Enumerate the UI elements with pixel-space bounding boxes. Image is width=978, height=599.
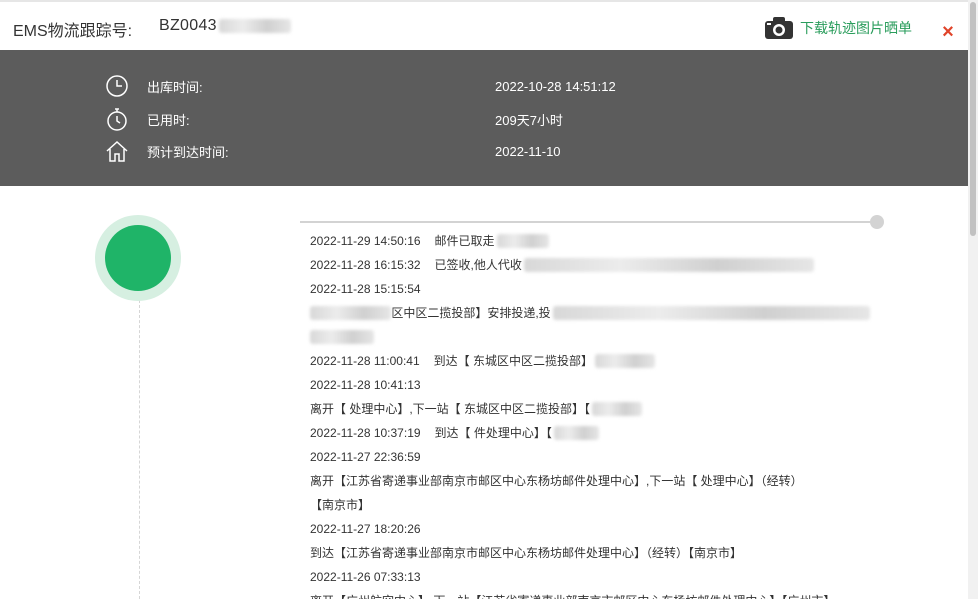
redacted-text — [310, 330, 374, 344]
redacted-text — [592, 402, 643, 416]
tracking-event-row: 2022-11-27 18:20:26 — [310, 517, 870, 541]
tracking-event-row: 2022-11-29 14:50:16 邮件已取走 — [310, 229, 870, 253]
tracking-event-row: 2022-11-28 10:37:19 到达【 件处理中心】【 — [310, 421, 870, 445]
redacted-text — [496, 234, 549, 248]
redacted-text — [553, 426, 599, 440]
tracking-event-row: 2022-11-28 11:00:41 到达【 东城区中区二揽投部】 — [310, 349, 870, 373]
event-description: 离开【江苏省寄递事业部南京市邮区中心东杨坊邮件处理中心】,下一站【 处理中心】（… — [310, 474, 803, 488]
event-time: 2022-11-28 16:15:32 — [310, 258, 421, 272]
timeline-connector — [139, 300, 140, 599]
event-time: 2022-11-27 18:20:26 — [310, 522, 421, 536]
event-description: 离开【 处理中心】,下一站【 东城区中区二揽投部】【 — [310, 402, 591, 416]
event-time: 2022-11-28 11:00:41 — [310, 354, 420, 368]
tracking-event-list: 2022-11-29 14:50:16 邮件已取走 2022-11-28 16:15… — [310, 229, 870, 599]
tracking-event-row: 2022-11-27 22:36:59 — [310, 445, 870, 469]
tracking-event-row: 【南京市】 — [310, 493, 870, 517]
track-divider-endpoint — [870, 215, 884, 229]
event-description: 到达【江苏省寄递事业部南京市邮区中心东杨坊邮件处理中心】（经转）【南京市】 — [310, 546, 743, 560]
redacted-text — [310, 306, 392, 320]
stopwatch-icon — [107, 108, 127, 131]
tracking-prefix: BZ0043 — [159, 17, 217, 34]
event-description: 区中区二揽投部】安排投递,投 — [391, 306, 551, 320]
ship-time-label: 出库时间: — [147, 79, 203, 95]
tracking-event-row: 离开【广州航空中心】,下一站【江苏省寄递事业部南京市邮区中心东杨坊邮件处理中心】… — [310, 589, 870, 599]
info-row-ship-time: 出库时间: 2022-10-28 14:51:12 — [105, 74, 745, 98]
redacted-text — [595, 354, 655, 368]
close-icon[interactable]: × — [939, 22, 957, 42]
tracking-event-row — [310, 325, 870, 349]
home-icon — [106, 140, 128, 162]
tracking-event-row: 离开【 处理中心】,下一站【 东城区中区二揽投部】【 — [310, 397, 870, 421]
tracking-number: BZ0043 — [159, 17, 291, 35]
redacted-text — [552, 306, 870, 320]
event-description: 已签收,他人代收 — [434, 258, 522, 272]
event-time: 2022-11-28 10:37:19 — [310, 426, 421, 440]
event-description: 到达【 东城区中区二揽投部】 — [433, 354, 593, 368]
tracking-event-row: 2022-11-28 16:15:32 已签收,他人代收 — [310, 253, 870, 277]
tracking-event-row: 区中区二揽投部】安排投递,投 — [310, 301, 870, 325]
event-time: 2022-11-29 14:50:16 — [310, 234, 421, 248]
tracking-event-row: 2022-11-28 10:41:13 — [310, 373, 870, 397]
header-bar: EMS物流跟踪号: BZ0043 下载轨迹图片晒单 × — [0, 0, 968, 50]
event-time: 2022-11-26 07:33:13 — [310, 570, 421, 584]
track-divider — [300, 221, 877, 223]
tracking-event-row: 离开【江苏省寄递事业部南京市邮区中心东杨坊邮件处理中心】,下一站【 处理中心】（… — [310, 469, 870, 493]
event-time: 2022-11-27 22:36:59 — [310, 450, 421, 464]
camera-icon — [765, 17, 793, 39]
ship-time-value: 2022-10-28 14:51:12 — [495, 78, 616, 94]
shipment-summary-panel: 出库时间: 2022-10-28 14:51:12 已用时: 209天7小时 预… — [0, 50, 968, 186]
timeline-status-dot — [95, 215, 181, 301]
elapsed-label: 已用时: — [147, 112, 190, 128]
info-row-eta: 预计到达时间: 2022-11-10 — [105, 139, 745, 163]
tracking-label: EMS物流跟踪号: — [13, 23, 133, 40]
event-description: 邮件已取走 — [434, 234, 495, 248]
eta-value: 2022-11-10 — [495, 143, 561, 159]
tracking-event-row: 2022-11-26 07:33:13 — [310, 565, 870, 589]
tracking-event-row: 2022-11-28 15:15:54 — [310, 277, 870, 301]
timeline-status-dot-core — [105, 225, 171, 291]
info-row-elapsed: 已用时: 209天7小时 — [105, 107, 745, 131]
elapsed-value: 209天7小时 — [495, 112, 563, 128]
event-description: 离开【广州航空中心】,下一站【江苏省寄递事业部南京市邮区中心东杨坊邮件处理中心】… — [310, 591, 835, 599]
download-track-image-button[interactable]: 下载轨迹图片晒单 — [764, 16, 912, 40]
redacted-text — [523, 258, 814, 272]
download-track-image-label: 下载轨迹图片晒单 — [800, 20, 912, 36]
event-time: 2022-11-28 15:15:54 — [310, 282, 421, 296]
event-time: 2022-11-28 10:41:13 — [310, 378, 421, 392]
tracking-event-row: 到达【江苏省寄递事业部南京市邮区中心东杨坊邮件处理中心】（经转）【南京市】 — [310, 541, 870, 565]
page-scrollbar[interactable] — [968, 0, 978, 599]
blurred-tracking-digits — [218, 18, 291, 33]
clock-icon — [106, 75, 128, 97]
event-description: 【南京市】 — [310, 498, 371, 512]
eta-label: 预计到达时间: — [147, 144, 229, 160]
event-description: 到达【 件处理中心】【 — [434, 426, 552, 440]
scrollbar-thumb[interactable] — [970, 2, 976, 236]
